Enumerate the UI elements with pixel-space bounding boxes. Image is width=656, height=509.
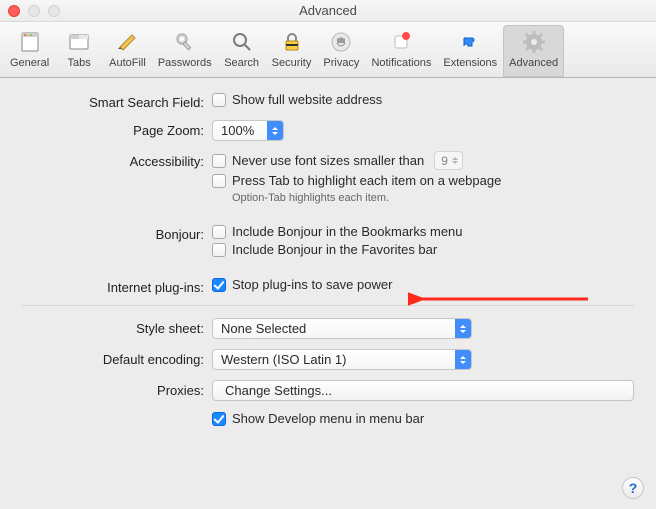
general-icon: [15, 28, 45, 56]
checkbox-label: Never use font sizes smaller than: [232, 153, 424, 168]
checkbox-label: Include Bonjour in the Favorites bar: [232, 242, 437, 257]
stepper-value: 9: [441, 154, 448, 168]
chevrons-icon: [452, 157, 458, 164]
hand-icon: [326, 28, 356, 56]
bonjour-label: Bonjour:: [22, 224, 212, 242]
min-font-checkbox[interactable]: Never use font sizes smaller than 9: [212, 151, 634, 170]
help-button[interactable]: ?: [622, 477, 644, 499]
show-full-address-checkbox[interactable]: Show full website address: [212, 92, 634, 107]
tab-notifications[interactable]: Notifications: [365, 25, 437, 77]
search-icon: [227, 28, 257, 56]
tab-label: Notifications: [371, 57, 431, 69]
chevrons-icon: [455, 350, 471, 369]
checkbox-label: Include Bonjour in the Bookmarks menu: [232, 224, 463, 239]
checkbox-label: Show Develop menu in menu bar: [232, 411, 424, 426]
tab-label: Tabs: [68, 57, 91, 69]
tab-label: Privacy: [323, 57, 359, 69]
show-develop-checkbox[interactable]: Show Develop menu in menu bar: [212, 411, 634, 426]
window-title: Advanced: [299, 3, 357, 18]
checkbox-label: Stop plug-ins to save power: [232, 277, 392, 292]
lock-icon: [277, 28, 307, 56]
minimize-window-button: [28, 5, 40, 17]
close-window-button[interactable]: [8, 5, 20, 17]
popup-value: 100%: [221, 123, 260, 138]
tab-label: Security: [272, 57, 312, 69]
popup-value: Western (ISO Latin 1): [221, 352, 352, 367]
help-icon: ?: [629, 480, 638, 496]
advanced-pane: Smart Search Field: Show full website ad…: [0, 78, 656, 426]
chevrons-icon: [455, 319, 471, 338]
tab-general[interactable]: General: [4, 25, 55, 77]
autofill-icon: [112, 28, 142, 56]
accessibility-hint: Option-Tab highlights each item.: [232, 192, 634, 204]
checkbox-icon: [212, 243, 226, 257]
tab-advanced[interactable]: Advanced: [503, 25, 564, 77]
popup-value: None Selected: [221, 321, 312, 336]
spacer-label: [22, 411, 212, 414]
bell-icon: [386, 28, 416, 56]
tab-tabs[interactable]: Tabs: [55, 25, 103, 77]
checkbox-icon: [212, 154, 226, 168]
page-zoom-popup[interactable]: 100%: [212, 120, 284, 141]
stop-plugins-checkbox[interactable]: Stop plug-ins to save power: [212, 277, 634, 292]
checkbox-icon: [212, 93, 226, 107]
puzzle-icon: [455, 28, 485, 56]
min-font-stepper: 9: [434, 151, 463, 170]
plugins-label: Internet plug-ins:: [22, 277, 212, 295]
checkbox-icon: [212, 278, 226, 292]
tabs-icon: [64, 28, 94, 56]
zoom-window-button: [48, 5, 60, 17]
chevrons-icon: [267, 121, 283, 140]
change-settings-button[interactable]: Change Settings...: [212, 380, 634, 401]
stylesheet-label: Style sheet:: [22, 318, 212, 336]
tab-extensions[interactable]: Extensions: [437, 25, 503, 77]
separator: [22, 305, 634, 306]
bonjour-favorites-checkbox[interactable]: Include Bonjour in the Favorites bar: [212, 242, 634, 257]
encoding-popup[interactable]: Western (ISO Latin 1): [212, 349, 472, 370]
key-icon: [170, 28, 200, 56]
accessibility-label: Accessibility:: [22, 151, 212, 169]
checkbox-icon: [212, 225, 226, 239]
checkbox-icon: [212, 174, 226, 188]
checkbox-label: Press Tab to highlight each item on a we…: [232, 173, 501, 188]
stylesheet-popup[interactable]: None Selected: [212, 318, 472, 339]
tab-label: Advanced: [509, 57, 558, 69]
tab-label: Search: [224, 57, 259, 69]
smart-search-label: Smart Search Field:: [22, 92, 212, 110]
tab-security[interactable]: Security: [266, 25, 318, 77]
tab-label: AutoFill: [109, 57, 146, 69]
title-bar: Advanced: [0, 0, 656, 22]
tab-label: Passwords: [158, 57, 212, 69]
checkbox-icon: [212, 412, 226, 426]
tab-passwords[interactable]: Passwords: [152, 25, 218, 77]
proxies-label: Proxies:: [22, 380, 212, 398]
gear-icon: [519, 28, 549, 56]
checkbox-label: Show full website address: [232, 92, 382, 107]
tab-label: General: [10, 57, 49, 69]
tab-label: Extensions: [443, 57, 497, 69]
tab-privacy[interactable]: Privacy: [317, 25, 365, 77]
press-tab-checkbox[interactable]: Press Tab to highlight each item on a we…: [212, 173, 634, 188]
tab-search[interactable]: Search: [218, 25, 266, 77]
button-label: Change Settings...: [225, 383, 332, 398]
page-zoom-label: Page Zoom:: [22, 120, 212, 138]
window-controls: [8, 5, 60, 17]
tab-autofill[interactable]: AutoFill: [103, 25, 152, 77]
encoding-label: Default encoding:: [22, 349, 212, 367]
preferences-toolbar: General Tabs AutoFill Passwords Search S…: [0, 22, 656, 78]
bonjour-bookmarks-checkbox[interactable]: Include Bonjour in the Bookmarks menu: [212, 224, 634, 239]
